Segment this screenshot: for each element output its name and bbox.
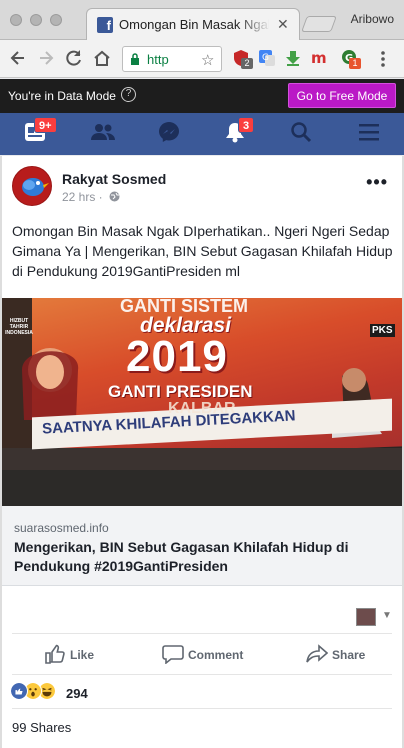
banner-text-year: 2019 [126,332,228,381]
link-title[interactable]: Mengerikan, BIN Sebut Gagasan Khilafah H… [14,538,394,576]
data-mode-bar: You're in Data Mode ? Go to Free Mode [0,79,404,113]
profile-name[interactable]: Aribowo [351,12,394,26]
like-label: Like [70,648,95,662]
banner-text-ganti-presiden: GANTI PRESIDEN [108,382,253,401]
notifications-badge: 3 [238,117,255,133]
reacting-as-caret-icon[interactable]: ▼ [382,610,392,621]
news-feed-badge: 9+ [34,117,57,133]
comment-button[interactable]: Comment [162,644,252,666]
url-text: http [147,52,169,67]
more-options-icon[interactable]: ••• [366,172,388,193]
comment-label: Comment [188,648,244,662]
share-count[interactable]: 99 Shares [12,720,71,735]
browser-toolbar: http ☆ 2 G m G 1 [0,40,404,78]
new-tab-button[interactable] [301,16,337,32]
reaction-count[interactable]: 294 [66,686,88,701]
link-preview[interactable]: suarasosmed.info Mengerikan, BIN Sebut G… [2,506,402,586]
search-tab[interactable] [290,121,316,147]
chrome-menu-icon[interactable] [380,50,386,68]
extension-badge: 2 [241,58,253,69]
page-avatar[interactable] [12,166,52,206]
extension-badge: 1 [349,58,361,69]
divider [12,674,392,675]
facebook-favicon-icon: f [97,17,113,33]
share-arrow-icon [306,644,328,663]
messenger-icon [159,122,179,142]
hamburger-menu-icon [359,124,379,141]
globe-icon [109,191,120,202]
link-domain: suarasosmed.info [14,521,109,535]
address-bar[interactable]: http ☆ [122,46,222,72]
svg-text:G: G [262,53,269,63]
banner-logo-left: HIZBUT TAHRIR INDONESIA [5,318,33,336]
friends-tab[interactable] [90,121,116,147]
facebook-nav-bar: 9+ 3 [0,113,404,155]
post-message: Omongan Bin Masak Ngak DIperhatikan.. Ng… [12,223,393,279]
share-label: Share [332,648,366,662]
banner-logo-right: PKS [370,324,395,337]
notifications-tab[interactable]: 3 [224,117,255,147]
zoom-window-button[interactable] [50,14,62,26]
browser-tab[interactable]: f Omongan Bin Masak Ngak DIperhatikan.. … [86,8,300,40]
close-window-button[interactable] [10,14,22,26]
tab-title-fade [237,13,271,35]
mendeley-icon[interactable]: m [310,49,328,67]
post-time: 22 hrs · [62,190,103,204]
bird-logo-icon [13,167,51,205]
post-timestamp: 22 hrs · [62,190,120,204]
forward-arrow-icon[interactable] [36,48,56,68]
minimize-window-button[interactable] [30,14,42,26]
menu-tab[interactable] [358,121,384,147]
messenger-tab[interactable] [158,121,184,147]
free-mode-button[interactable]: Go to Free Mode [288,83,396,108]
comment-bubble-icon [162,645,184,664]
ext-red-shield-icon[interactable]: 2 [232,49,253,69]
news-feed-tab[interactable]: 9+ [24,117,57,147]
share-button[interactable]: Share [306,644,376,666]
home-icon[interactable] [92,48,112,68]
divider [12,633,392,634]
lock-icon [131,53,139,65]
post-author[interactable]: Rakyat Sosmed [62,171,166,187]
friend-requests-icon [91,124,115,140]
download-arrow-icon[interactable] [284,49,302,67]
tab-close-icon[interactable]: ✕ [277,16,289,33]
post-photo[interactable]: GANTI SISTEM deklarasi 2019 GANTI PRESID… [2,298,402,506]
green-extension-icon[interactable]: G 1 [340,49,361,69]
search-icon [291,122,312,143]
divider [12,708,392,709]
back-arrow-icon[interactable] [8,48,28,68]
bookmark-star-icon[interactable]: ☆ [201,51,214,69]
like-button[interactable]: Like [44,644,104,666]
browser-tab-strip: f Omongan Bin Masak Ngak DIperhatikan.. … [0,0,404,40]
svg-text:m: m [311,49,327,67]
reload-icon[interactable] [64,48,84,68]
google-translate-icon[interactable]: G [258,49,276,67]
thumbs-up-icon [45,644,65,664]
data-mode-text: You're in Data Mode [8,89,116,103]
help-icon[interactable]: ? [121,87,136,102]
reacting-as-avatar[interactable] [356,608,376,626]
news-feed-post: Rakyat Sosmed 22 hrs · ••• Omongan Bin M… [0,156,404,748]
like-reaction-icon [10,682,28,700]
